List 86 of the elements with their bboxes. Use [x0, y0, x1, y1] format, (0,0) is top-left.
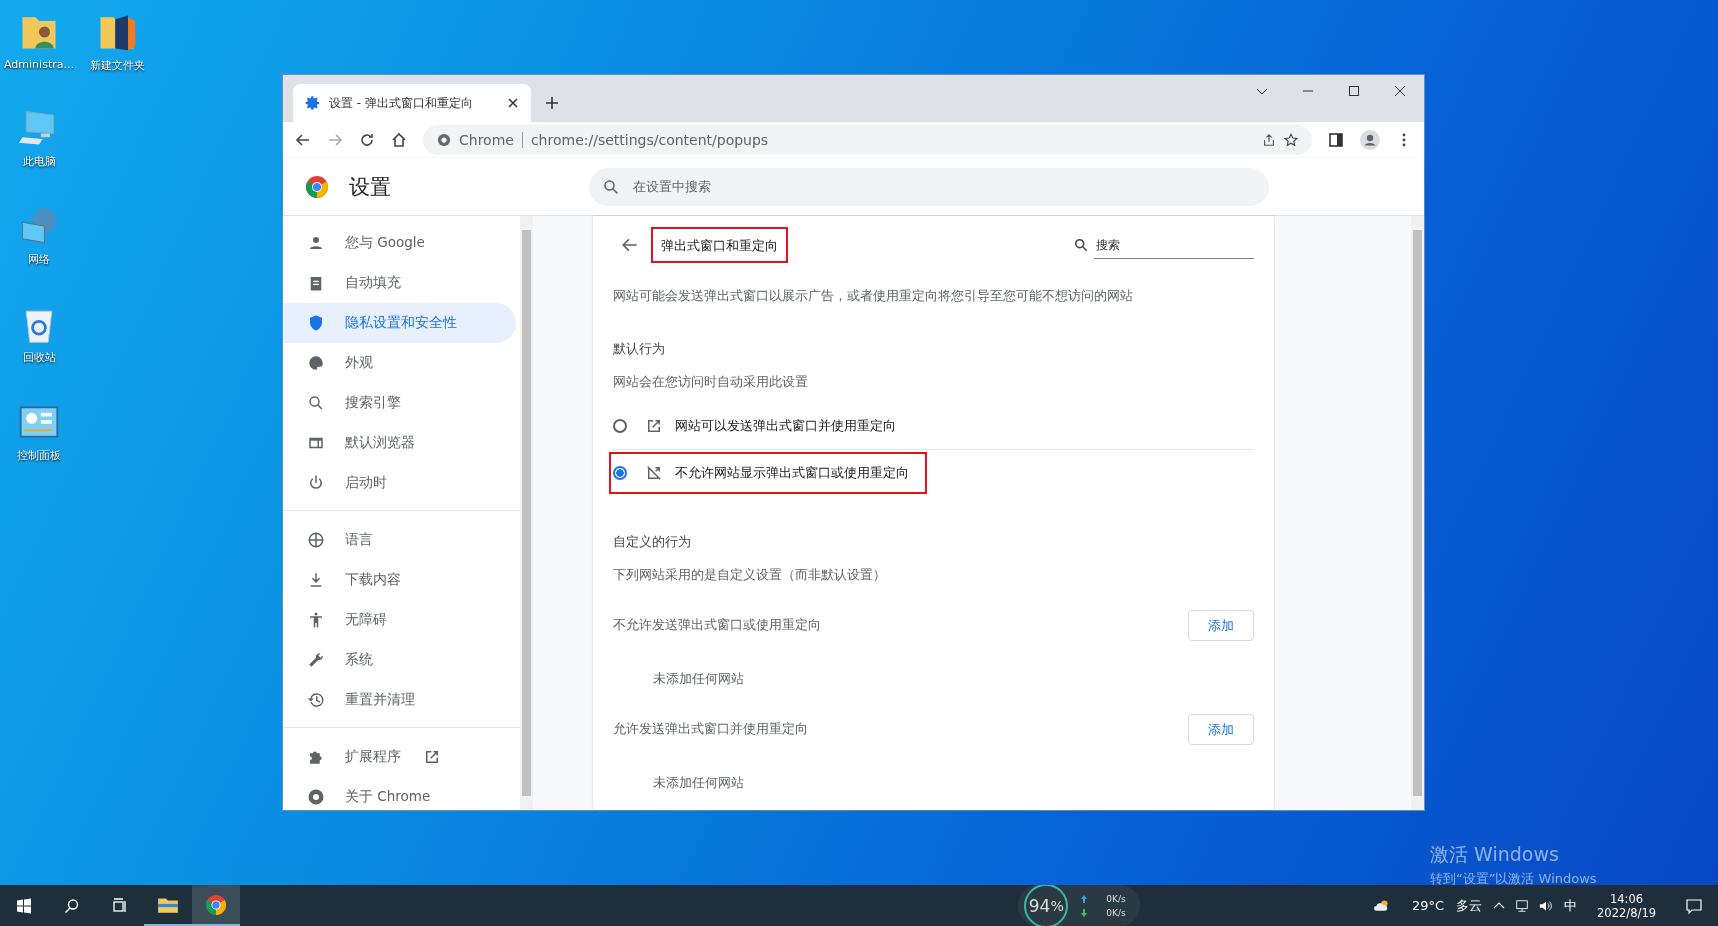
sidebar-item[interactable]: 语言 — [283, 520, 516, 560]
radio-button[interactable] — [613, 419, 627, 433]
add-button[interactable]: 添加 — [1188, 610, 1254, 641]
section-subheading: 下列网站采用的是自定义设置（而非默认设置） — [613, 567, 887, 584]
globe-icon — [307, 531, 325, 549]
power-icon — [307, 474, 325, 492]
accessibility-icon — [307, 611, 325, 629]
sidebar-item[interactable]: 默认浏览器 — [283, 423, 516, 463]
share-icon[interactable] — [1262, 133, 1276, 147]
back-arrow-icon[interactable] — [621, 236, 639, 254]
sidebar-item[interactable]: 下载内容 — [283, 560, 516, 600]
chrome-logo-icon — [437, 133, 451, 147]
activation-message: 转到“设置”以激活 Windows — [1430, 870, 1597, 888]
sidebar-item[interactable]: 启动时 — [283, 463, 516, 503]
reload-icon[interactable] — [359, 132, 375, 148]
settings-title: 设置 — [349, 173, 392, 201]
profile-avatar-icon[interactable] — [1360, 130, 1380, 150]
scrollbar[interactable] — [1411, 216, 1424, 810]
weather-text[interactable]: 多云 — [1456, 896, 1483, 915]
search-icon — [307, 394, 325, 412]
palette-icon — [307, 354, 325, 372]
list-heading: 不允许发送弹出式窗口或使用重定向 — [613, 617, 821, 634]
empty-list-text: 未添加任何网站 — [653, 671, 745, 688]
option-row[interactable]: 不允许网站显示弹出式窗口或使用重定向 — [609, 452, 927, 494]
list-heading: 允许发送弹出式窗口并使用重定向 — [613, 721, 808, 738]
download-rate: 0K/s — [1106, 907, 1126, 918]
search-icon — [1074, 238, 1088, 252]
close-icon[interactable] — [507, 97, 519, 109]
blocked-popup-icon — [645, 464, 663, 482]
sidebar-item[interactable]: 无障碍 — [283, 600, 516, 640]
sidebar-item[interactable]: 系统 — [283, 640, 516, 680]
activation-title: 激活 Windows — [1430, 842, 1560, 867]
upload-rate: 0K/s — [1106, 893, 1126, 904]
sidebar-item[interactable]: 自动填充 — [283, 263, 516, 303]
back-icon[interactable] — [295, 132, 311, 148]
notification-icon[interactable] — [1686, 897, 1702, 914]
home-icon[interactable] — [391, 132, 407, 148]
maximize-icon[interactable] — [1348, 85, 1360, 97]
sidebar-item[interactable]: 外观 — [283, 343, 516, 383]
side-panel-icon[interactable] — [1328, 132, 1344, 148]
section-heading: 自定义的行为 — [613, 534, 692, 551]
radio-button[interactable] — [613, 466, 627, 480]
chrome-logo-icon — [205, 893, 227, 916]
close-icon[interactable] — [1394, 85, 1406, 97]
temperature-text[interactable]: 29°C — [1411, 898, 1445, 913]
network-monitor-icon[interactable] — [1515, 898, 1530, 913]
sidebar-item[interactable]: 关于 Chrome — [283, 777, 516, 817]
shield-icon — [307, 314, 325, 332]
wrench-icon — [307, 651, 325, 669]
settings-icon — [305, 95, 321, 111]
sidebar-item[interactable]: 扩展程序 — [283, 737, 516, 777]
add-button[interactable]: 添加 — [1188, 714, 1254, 745]
star-icon[interactable] — [1284, 133, 1298, 147]
option-label: 网站可以发送弹出式窗口并使用重定向 — [675, 417, 896, 435]
chrome-icon — [307, 788, 325, 806]
windows-start-icon[interactable] — [16, 897, 32, 914]
task-view-icon[interactable] — [112, 897, 128, 914]
search-icon — [603, 178, 619, 195]
input-method-indicator[interactable]: 中 — [1564, 896, 1578, 915]
scrollbar[interactable] — [520, 216, 533, 810]
settings-search-field[interactable]: 在设置中搜索 — [589, 167, 1269, 206]
cloud-sun-icon[interactable] — [1373, 897, 1390, 914]
page-title: 弹出式窗口和重定向 — [661, 238, 778, 253]
search-icon[interactable] — [64, 897, 80, 914]
browser-tab[interactable]: 设置 - 弹出式窗口和重定向 — [293, 84, 531, 122]
address-bar[interactable]: Chrome chrome://settings/content/popups — [423, 125, 1312, 155]
sidebar-item[interactable]: 您与 Google — [283, 223, 516, 263]
empty-list-text: 未添加任何网站 — [653, 775, 745, 792]
chrome-taskbar-button[interactable] — [192, 885, 240, 926]
clock-time[interactable]: 14:06 — [1609, 891, 1644, 906]
download-arrow-icon — [1080, 908, 1089, 917]
description-text: 网站可能会发送弹出式窗口以展示广告，或者使用重定向将您引导至您可能不想访问的网站 — [613, 288, 1134, 305]
upload-arrow-icon — [1080, 894, 1089, 903]
sidebar-item[interactable]: 搜索引擎 — [283, 383, 516, 423]
option-label: 不允许网站显示弹出式窗口或使用重定向 — [675, 464, 909, 482]
clock-date[interactable]: 2022/8/19 — [1597, 905, 1656, 920]
history-icon — [307, 691, 325, 709]
section-subheading: 网站会在您访问时自动采用此设置 — [613, 374, 809, 391]
popup-window-icon — [645, 417, 663, 435]
chrome-logo-icon — [305, 174, 329, 199]
section-heading: 默认行为 — [613, 341, 666, 358]
sidebar-item[interactable]: 重置并清理 — [283, 680, 516, 720]
new-tab-icon[interactable] — [545, 96, 559, 110]
option-row[interactable]: 网站可以发送弹出式窗口并使用重定向 — [609, 405, 914, 447]
person-icon — [307, 234, 325, 252]
sidebar-item[interactable]: 隐私设置和安全性 — [283, 303, 516, 343]
